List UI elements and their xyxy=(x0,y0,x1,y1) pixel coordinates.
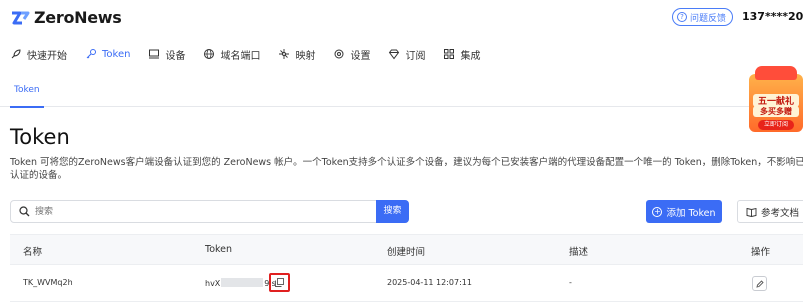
reference-docs-label: 参考文档 xyxy=(761,207,800,219)
feedback-label: 问题反馈 xyxy=(690,13,727,24)
rocket-icon xyxy=(11,49,21,59)
nav-item-quickstart[interactable]: 快速开始 xyxy=(0,40,76,68)
nav-item-integration[interactable]: 集成 xyxy=(434,40,489,68)
search-icon xyxy=(19,206,30,217)
page-title: Token xyxy=(10,125,70,149)
nav-label: 设置 xyxy=(350,50,371,62)
diamond-icon xyxy=(389,49,400,60)
gear-icon xyxy=(334,49,344,59)
column-header-created: 创建时间 xyxy=(387,247,426,258)
created-time-cell: 2025-04-11 12:07:11 xyxy=(387,278,472,287)
description-cell: - xyxy=(569,278,572,287)
nav-label: 集成 xyxy=(460,50,481,62)
nav-item-token[interactable]: Token xyxy=(76,40,139,68)
logo-text: ZeroNews xyxy=(34,8,122,27)
nav-item-devices[interactable]: 设备 xyxy=(139,40,194,68)
main-nav: 快速开始 Token 设备 域名端口 映射 设置 订阅 集成 xyxy=(0,40,803,68)
page-description: Token 可将您的ZeroNews客户端设备认证到您的 ZeroNews 帐户… xyxy=(10,157,803,181)
column-header-name: 名称 xyxy=(23,247,43,258)
nav-label: Token xyxy=(102,48,131,60)
token-value-cell: hvX 9ls xyxy=(205,278,276,288)
nav-label: 订阅 xyxy=(405,50,426,62)
nav-label: 快速开始 xyxy=(27,50,67,62)
search-box xyxy=(10,200,409,223)
table-header: 名称 Token 创建时间 描述 操作 xyxy=(10,234,803,265)
promo-subline: 多买多赠 xyxy=(753,106,799,117)
column-header-actions: 操作 xyxy=(751,247,771,258)
globe-icon xyxy=(204,49,215,59)
search-button[interactable]: 搜索 xyxy=(376,200,409,223)
token-mask xyxy=(221,278,264,287)
copy-token-button[interactable] xyxy=(269,273,290,292)
plus-circle-icon: + xyxy=(652,206,663,217)
logo-mark-icon xyxy=(12,11,30,24)
add-token-label: 添加 Token xyxy=(666,207,716,219)
nav-label: 域名端口 xyxy=(220,50,261,62)
nav-item-subscription[interactable]: 订阅 xyxy=(379,40,434,68)
column-header-token: Token xyxy=(205,244,233,255)
nav-item-mapping[interactable]: 映射 xyxy=(269,40,324,68)
promo-subscribe-button[interactable]: 立即订阅 xyxy=(758,120,794,130)
nav-item-domains[interactable]: 域名端口 xyxy=(194,40,269,68)
nav-item-settings[interactable]: 设置 xyxy=(324,40,379,68)
table-row: TK_WVMq2h hvX 9ls 2025-04-11 12:07:11 - xyxy=(10,265,803,302)
nav-label: 设备 xyxy=(165,50,186,62)
gift-ribbon-icon xyxy=(755,66,797,80)
network-icon xyxy=(279,49,290,59)
question-icon: ? xyxy=(677,12,687,22)
tab-token[interactable]: Token xyxy=(10,74,44,108)
tab-bar: Token xyxy=(0,74,803,108)
edit-token-button[interactable] xyxy=(752,276,767,291)
nav-label: 映射 xyxy=(295,50,316,62)
copy-icon xyxy=(275,278,284,287)
search-input[interactable] xyxy=(35,202,375,221)
user-account[interactable]: 137****2080 xyxy=(742,10,803,23)
feedback-button[interactable]: ? 问题反馈 xyxy=(672,8,734,26)
promo-banner[interactable]: 五一献礼 多买多赠 立即订阅 xyxy=(749,66,803,134)
column-header-description: 描述 xyxy=(569,247,589,258)
monitor-icon xyxy=(149,49,160,59)
reference-docs-button[interactable]: 参考文档 xyxy=(737,200,803,223)
key-icon xyxy=(86,49,96,59)
zeronews-logo[interactable]: ZeroNews xyxy=(10,8,122,27)
token-name-cell: TK_WVMq2h xyxy=(23,278,73,287)
grid-icon xyxy=(444,49,455,59)
top-header: ZeroNews ? 问题反馈 137****2080 xyxy=(0,0,803,36)
token-prefix: hvX xyxy=(205,279,221,288)
pencil-icon xyxy=(755,279,764,288)
add-token-button[interactable]: + 添加 Token xyxy=(646,200,722,223)
book-icon xyxy=(746,207,757,217)
